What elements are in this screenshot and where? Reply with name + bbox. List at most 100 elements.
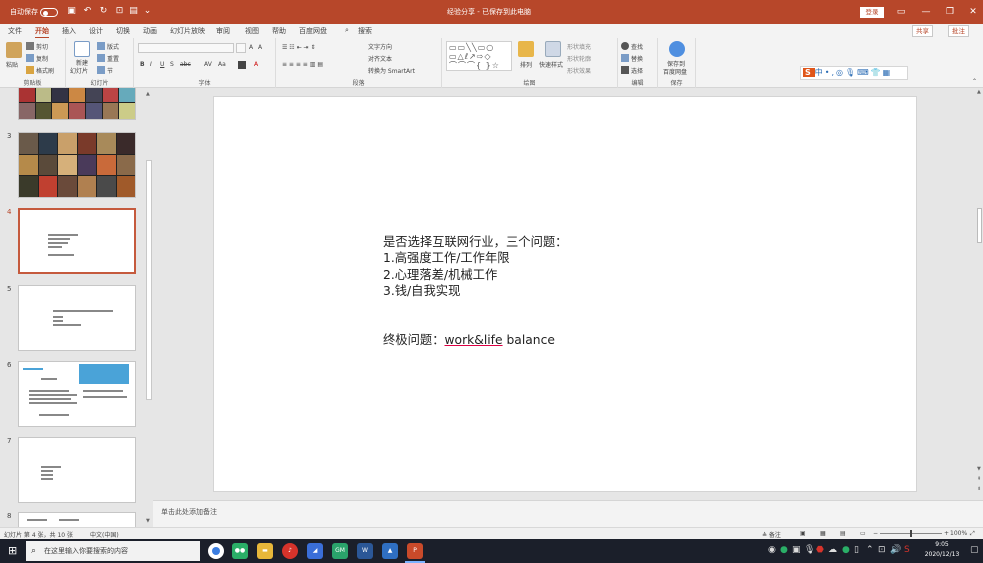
signin-button[interactable]: 登录 [860, 7, 884, 18]
tab-baidu[interactable]: 百度网盘 [299, 26, 327, 36]
photos-icon[interactable]: ▲ [382, 543, 398, 559]
font-size-down-button[interactable]: A [258, 44, 262, 51]
thumbnail-slide-8[interactable] [18, 512, 136, 527]
thumbnail-slide-3[interactable] [18, 132, 136, 198]
language-indicator[interactable]: 中文(中国) [90, 530, 119, 539]
change-case-button[interactable]: Aa [218, 61, 226, 68]
char-spacing-button[interactable]: AV [204, 61, 212, 68]
collapse-ribbon-icon[interactable]: ⌃ [972, 78, 977, 85]
scroll-up-icon[interactable]: ▲ [146, 91, 150, 97]
slide-canvas[interactable]: 是否选择互联网行业，三个问题： 1.高强度工作/工作年限 2.心理落差/机械工作… [213, 96, 917, 492]
highlight-color-button[interactable] [238, 61, 248, 70]
strikethrough-button[interactable]: abc [180, 61, 191, 68]
notes-button[interactable]: ≜ 备注 [762, 530, 781, 539]
netease-music-icon[interactable]: ♪ [282, 543, 298, 559]
gm-app-icon[interactable]: GM [332, 543, 348, 559]
tab-slideshow[interactable]: 幻灯片放映 [170, 26, 205, 36]
zoom-slider[interactable] [880, 530, 942, 537]
close-icon[interactable]: ✕ [966, 5, 980, 19]
redo-icon[interactable]: ↻ [98, 6, 109, 17]
thumbnail-slide-5[interactable] [18, 285, 136, 351]
shapes-gallery[interactable]: ▭▭╲╲▭○ ▭△ℓ↗⇨◇ ⌒⌒⌒{ }☆ [446, 41, 512, 71]
tab-search[interactable]: 搜索 [358, 26, 372, 36]
ime-tray-icon[interactable]: S [904, 545, 910, 555]
shadow-button[interactable]: S [170, 61, 174, 68]
scroll-thumb[interactable] [977, 208, 982, 243]
shape-outline-button[interactable]: 形状轮廓 [567, 54, 591, 63]
italic-button[interactable]: I [150, 61, 152, 68]
new-slide-icon[interactable] [74, 41, 90, 57]
normal-view-icon[interactable]: ▣ [800, 530, 806, 537]
powerpoint-icon[interactable]: P [405, 543, 425, 563]
copy-button[interactable]: 复制 [26, 54, 48, 63]
tab-review[interactable]: 审阅 [216, 26, 230, 36]
file-explorer-icon[interactable]: ▬ [257, 543, 273, 559]
scroll-down-icon[interactable]: ▼ [146, 518, 150, 524]
share-button[interactable]: 共享 [912, 25, 933, 37]
shape-effects-button[interactable]: 形状效果 [567, 66, 591, 75]
slide-textbox[interactable]: 是否选择互联网行业，三个问题： 1.高强度工作/工作年限 2.心理落差/机械工作… [383, 234, 567, 299]
thumbnail-slide-7[interactable] [18, 437, 136, 503]
shape-fill-button[interactable]: 形状填充 [567, 42, 591, 51]
slide-sorter-icon[interactable]: ▦ [820, 530, 826, 537]
new-slide-label-2[interactable]: 幻灯片 [70, 66, 88, 75]
slideshow-icon[interactable]: ▭ [860, 530, 866, 537]
baidu-netdisk-icon[interactable] [669, 41, 685, 57]
tab-file[interactable]: 文件 [8, 26, 22, 36]
zoom-in-icon[interactable]: + [944, 530, 949, 537]
scroll-thumb[interactable] [146, 160, 152, 400]
save-icon[interactable]: ▣ [66, 6, 77, 17]
underline-button[interactable]: U [160, 61, 164, 68]
scroll-up-icon[interactable]: ▲ [977, 89, 981, 95]
font-color-button[interactable]: A [254, 61, 258, 68]
convert-smartart-button[interactable]: 转换为 SmartArt [368, 66, 415, 75]
ribbon-display-icon[interactable]: ▭ [894, 5, 908, 19]
comments-button[interactable]: 批注 [948, 25, 969, 37]
minimize-icon[interactable]: — [919, 5, 933, 19]
thumbnail-slide-2[interactable] [18, 88, 136, 120]
tray-wechat-icon[interactable]: ● [780, 545, 788, 555]
tab-animations[interactable]: 动画 [143, 26, 157, 36]
start-from-beginning-icon[interactable]: ⊡ [114, 6, 125, 17]
customize-quick-access-icon[interactable]: ▤ [128, 6, 139, 17]
scroll-down-icon[interactable]: ▼ [977, 466, 981, 472]
chrome-icon[interactable] [208, 543, 224, 559]
quick-styles-icon[interactable] [545, 41, 561, 57]
wechat-icon[interactable]: ●● [232, 543, 248, 559]
thumbnail-slide-6[interactable] [18, 361, 136, 427]
slide-scrollbar[interactable]: ▲ ▼ ⇞ ⇟ [976, 88, 983, 500]
format-painter-button[interactable]: 格式刷 [26, 66, 54, 75]
paste-icon[interactable] [6, 42, 22, 58]
thumbnail-scrollbar[interactable]: ▲ ▼ [145, 90, 153, 527]
tab-home[interactable]: 开始 [35, 26, 49, 39]
word-icon[interactable]: W [357, 543, 373, 559]
arrange-icon[interactable] [518, 41, 534, 57]
replace-button[interactable]: 替换 [621, 54, 643, 63]
tab-view[interactable]: 视图 [245, 26, 259, 36]
text-direction-button[interactable]: 文字方向 [368, 42, 392, 51]
reset-button[interactable]: 重置 [97, 54, 119, 63]
select-button[interactable]: 选择 [621, 66, 643, 75]
maximize-icon[interactable]: ❐ [943, 5, 957, 19]
slide-final-question[interactable]: 终极问题：work&life balance [383, 330, 555, 348]
quick-styles-button[interactable]: 快速样式 [539, 60, 563, 69]
font-size-up-button[interactable]: A [249, 44, 253, 51]
align-text-button[interactable]: 对齐文本 [368, 54, 392, 63]
tab-transitions[interactable]: 切换 [116, 26, 130, 36]
ime-toolbar[interactable]: S 中•,◎🎙⌨👕▦ [800, 66, 908, 80]
notes-pane[interactable]: 单击此处添加备注 [153, 500, 983, 527]
tray-security-icon[interactable]: ⬣ [816, 545, 824, 555]
next-slide-icon[interactable]: ⇟ [977, 486, 981, 492]
tray-wechat2-icon[interactable]: ● [842, 545, 850, 555]
font-name-select[interactable] [138, 43, 234, 53]
tab-design[interactable]: 设计 [89, 26, 103, 36]
app-icon[interactable]: ◢ [307, 543, 323, 559]
tray-cloud-icon[interactable]: ☁ [828, 545, 837, 555]
bullets-icon[interactable]: ☰ ☷ ⇤ ⇥ ⇕ [282, 44, 315, 51]
tab-help[interactable]: 帮助 [272, 26, 286, 36]
notifications-icon[interactable]: ▢ [970, 545, 979, 555]
tray-chevron-icon[interactable]: ⌃ [866, 545, 874, 555]
cut-button[interactable]: 剪切 [26, 42, 48, 51]
zoom-level[interactable]: 100% [950, 530, 967, 537]
fit-to-window-icon[interactable]: ⤢ [970, 530, 975, 538]
